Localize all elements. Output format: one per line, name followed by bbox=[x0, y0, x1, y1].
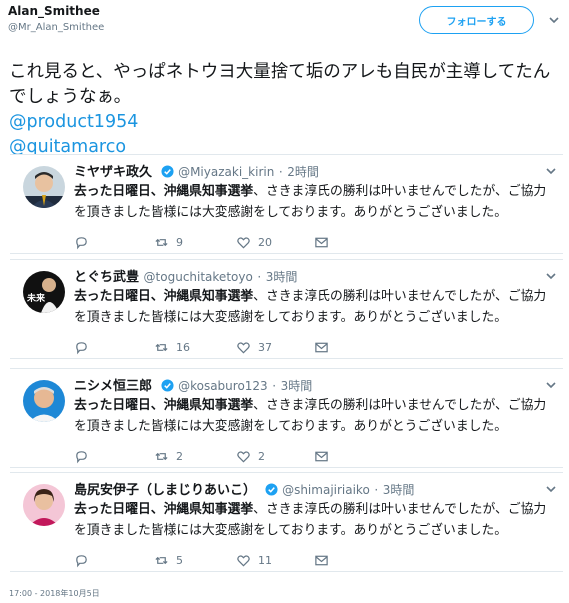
like-icon bbox=[237, 554, 250, 567]
tweet-actions: 5 11 bbox=[74, 551, 374, 569]
quoted-text: 去った日曜日、沖縄県知事選挙、さきま淳氏の勝利は叶いませんでしたが、ご協力を頂き… bbox=[74, 181, 554, 223]
avatar[interactable] bbox=[23, 166, 65, 208]
tweet-actions: 16 37 bbox=[74, 338, 374, 356]
reply-button[interactable] bbox=[74, 338, 96, 356]
follow-button[interactable]: フォローする bbox=[419, 6, 534, 34]
quoted-time[interactable]: 2時間 bbox=[287, 165, 319, 179]
chevron-down-icon[interactable] bbox=[545, 483, 557, 495]
quoted-tweet[interactable]: 未来 とぐち武豊 @toguchitaketoyo · 3時間 去った日曜日、沖… bbox=[10, 259, 563, 359]
tweet-header: Alan_Smithee @Mr_Alan_Smithee フォローする bbox=[8, 4, 561, 44]
direct-message-icon bbox=[315, 237, 328, 247]
like-count: 11 bbox=[258, 553, 272, 567]
quoted-handle: @kosaburo123 bbox=[178, 379, 268, 393]
separator: · bbox=[272, 379, 277, 393]
direct-message-icon bbox=[315, 555, 328, 565]
quoted-tweet[interactable]: ミヤザキ政久 @Miyazaki_kirin · 2時間 去った日曜日、沖縄県知… bbox=[10, 154, 563, 254]
like-icon bbox=[237, 236, 250, 249]
retweet-icon bbox=[155, 238, 168, 246]
like-button[interactable]: 20 bbox=[236, 233, 272, 251]
quoted-author-name: とぐち武豊 bbox=[74, 270, 140, 285]
retweet-button[interactable]: 9 bbox=[154, 233, 183, 251]
tweet-actions: 9 20 bbox=[74, 233, 374, 251]
mention-link[interactable]: @product1954 bbox=[9, 110, 559, 135]
tweet-timestamp[interactable]: 17:00 - 2018年10月5日 bbox=[9, 588, 100, 599]
quoted-author[interactable]: ニシメ恒三郎 @kosaburo123 · 3時間 bbox=[74, 375, 312, 394]
like-icon bbox=[237, 341, 250, 354]
author-name[interactable]: Alan_Smithee bbox=[8, 4, 100, 18]
quoted-text-bold: 去った日曜日、沖縄県知事選挙 bbox=[74, 184, 254, 199]
quoted-author-name: ニシメ恒三郎 bbox=[74, 379, 153, 394]
quoted-handle: @shimajiriaiko bbox=[282, 483, 370, 497]
tweet-text: これ見ると、やっぱネトウヨ大量捨て垢のアレも自民が主導してたんでしょうなぁ。 @… bbox=[9, 60, 559, 160]
retweet-icon bbox=[155, 556, 168, 564]
quoted-handle: @toguchitaketoyo bbox=[143, 270, 253, 284]
retweet-count: 16 bbox=[176, 340, 190, 354]
direct-message-icon bbox=[315, 342, 328, 352]
quoted-time[interactable]: 3時間 bbox=[281, 379, 313, 393]
author-handle[interactable]: @Mr_Alan_Smithee bbox=[8, 22, 104, 33]
retweet-button[interactable]: 5 bbox=[154, 551, 183, 569]
quoted-author[interactable]: 島尻安伊子（しまじりあいこ） @shimajiriaiko · 3時間 bbox=[74, 479, 414, 498]
avatar[interactable]: 未来 bbox=[23, 271, 65, 313]
direct-message-button[interactable] bbox=[314, 338, 336, 356]
avatar[interactable] bbox=[23, 380, 65, 422]
chevron-down-icon[interactable] bbox=[545, 165, 557, 177]
chevron-down-icon[interactable] bbox=[548, 14, 560, 26]
direct-message-icon bbox=[315, 451, 328, 461]
retweet-count: 9 bbox=[176, 235, 183, 249]
separator: · bbox=[374, 483, 379, 497]
reply-button[interactable] bbox=[74, 551, 96, 569]
like-button[interactable]: 2 bbox=[236, 447, 265, 465]
direct-message-button[interactable] bbox=[314, 551, 336, 569]
retweet-count: 2 bbox=[176, 449, 183, 463]
reply-icon bbox=[76, 236, 87, 249]
quoted-tweet[interactable]: ニシメ恒三郎 @kosaburo123 · 3時間 去った日曜日、沖縄県知事選挙… bbox=[10, 368, 563, 468]
quoted-text: 去った日曜日、沖縄県知事選挙、さきま淳氏の勝利は叶いませんでしたが、ご協力を頂き… bbox=[74, 395, 554, 437]
separator: · bbox=[278, 165, 283, 179]
quoted-text: 去った日曜日、沖縄県知事選挙、さきま淳氏の勝利は叶いませんでしたが、ご協力を頂き… bbox=[74, 499, 554, 541]
like-button[interactable]: 37 bbox=[236, 338, 272, 356]
quoted-handle: @Miyazaki_kirin bbox=[178, 165, 275, 179]
reply-button[interactable] bbox=[74, 447, 96, 465]
like-count: 2 bbox=[258, 449, 265, 463]
tweet-body: これ見ると、やっぱネトウヨ大量捨て垢のアレも自民が主導してたんでしょうなぁ。 bbox=[9, 62, 551, 107]
like-icon bbox=[237, 450, 250, 463]
reply-icon bbox=[76, 450, 87, 463]
quoted-time[interactable]: 3時間 bbox=[383, 483, 415, 497]
retweet-button[interactable]: 16 bbox=[154, 338, 190, 356]
quoted-time[interactable]: 3時間 bbox=[266, 270, 298, 284]
direct-message-button[interactable] bbox=[314, 447, 336, 465]
like-button[interactable]: 11 bbox=[236, 551, 272, 569]
quoted-author-name: ミヤザキ政久 bbox=[74, 165, 153, 180]
quoted-author[interactable]: とぐち武豊 @toguchitaketoyo · 3時間 bbox=[74, 266, 297, 285]
retweet-button[interactable]: 2 bbox=[154, 447, 183, 465]
tweet-actions: 2 2 bbox=[74, 447, 374, 465]
like-count: 20 bbox=[258, 235, 272, 249]
reply-icon bbox=[76, 554, 87, 567]
verified-badge-icon bbox=[161, 379, 174, 392]
quoted-text: 去った日曜日、沖縄県知事選挙、さきま淳氏の勝利は叶いませんでしたが、ご協力を頂き… bbox=[74, 286, 554, 328]
chevron-down-icon[interactable] bbox=[545, 379, 557, 391]
separator: · bbox=[257, 270, 262, 284]
quoted-tweet[interactable]: 島尻安伊子（しまじりあいこ） @shimajiriaiko · 3時間 去った日… bbox=[10, 472, 563, 572]
retweet-count: 5 bbox=[176, 553, 183, 567]
like-count: 37 bbox=[258, 340, 272, 354]
quoted-text-bold: 去った日曜日、沖縄県知事選挙 bbox=[74, 502, 254, 517]
avatar[interactable] bbox=[23, 484, 65, 526]
chevron-down-icon[interactable] bbox=[545, 270, 557, 282]
reply-icon bbox=[76, 341, 87, 354]
retweet-icon bbox=[155, 452, 168, 460]
quoted-author[interactable]: ミヤザキ政久 @Miyazaki_kirin · 2時間 bbox=[74, 161, 319, 180]
verified-badge-icon bbox=[161, 165, 174, 178]
direct-message-button[interactable] bbox=[314, 233, 336, 251]
reply-button[interactable] bbox=[74, 233, 96, 251]
quoted-author-name: 島尻安伊子（しまじりあいこ） bbox=[74, 483, 257, 498]
avatar-badge-text: 未来 bbox=[26, 292, 46, 304]
retweet-icon bbox=[155, 343, 168, 351]
quoted-text-bold: 去った日曜日、沖縄県知事選挙 bbox=[74, 289, 254, 304]
verified-badge-icon bbox=[265, 483, 278, 496]
quoted-text-bold: 去った日曜日、沖縄県知事選挙 bbox=[74, 398, 254, 413]
